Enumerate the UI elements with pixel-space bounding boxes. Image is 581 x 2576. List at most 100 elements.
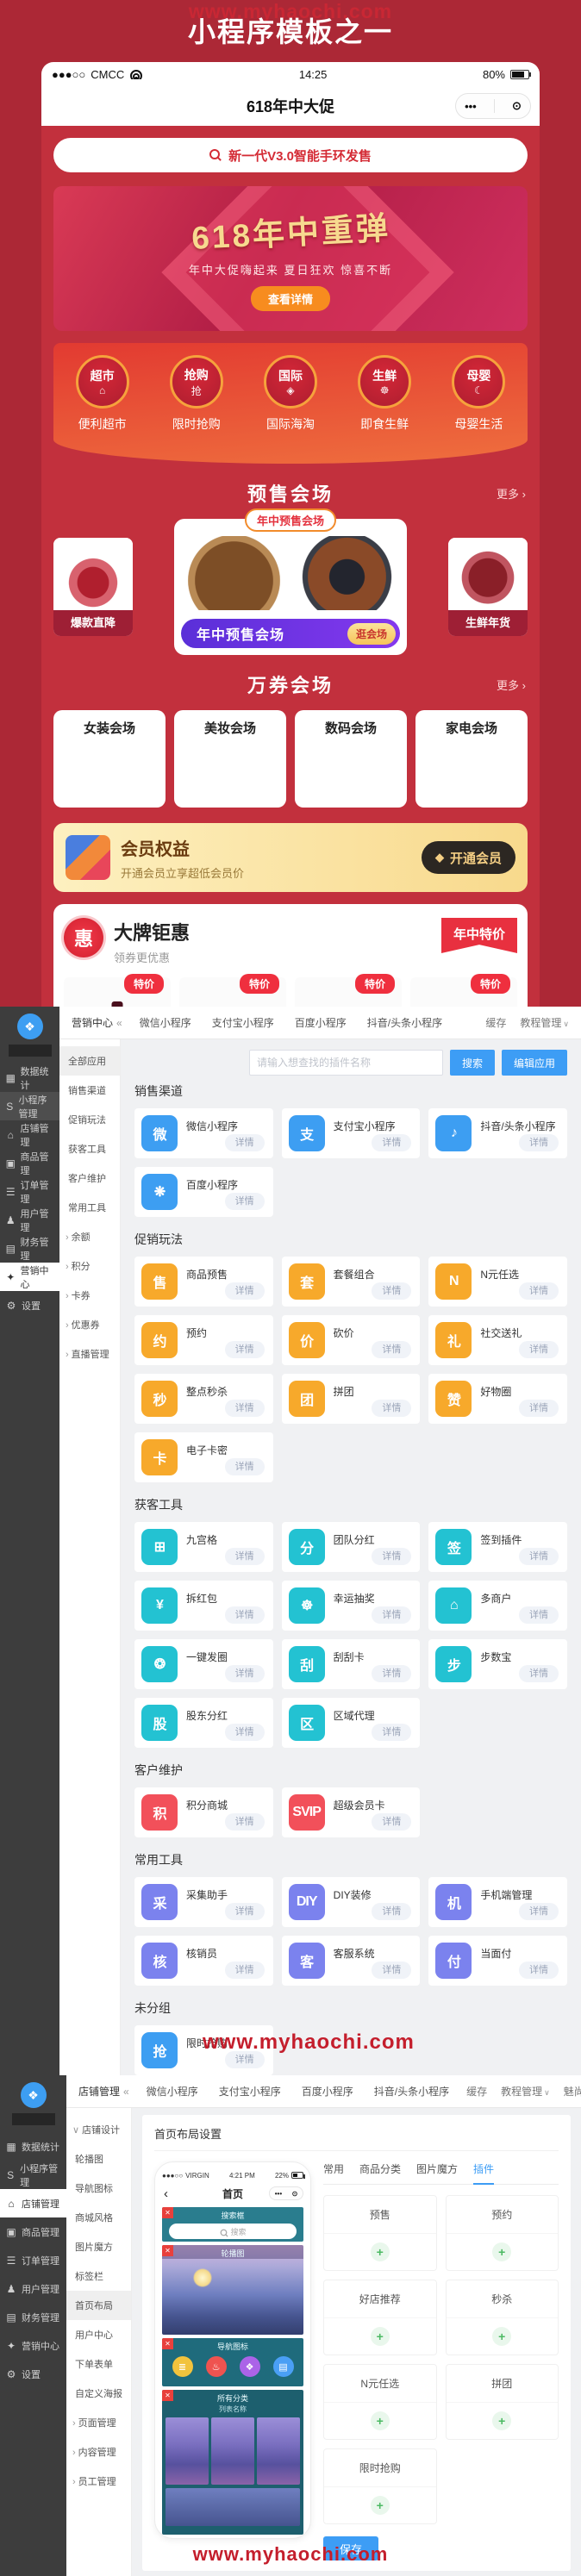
delete-block-icon[interactable]: ✕ bbox=[162, 2245, 173, 2256]
category-item[interactable]: 母婴 ☾ 母婴生活 bbox=[446, 355, 511, 464]
app-card[interactable]: 支 支付宝小程序 详情 bbox=[282, 1108, 421, 1158]
detail-button[interactable]: 详情 bbox=[225, 1606, 265, 1624]
platform-tab[interactable]: 百度小程序 bbox=[295, 1015, 347, 1030]
coupon-hall-card[interactable]: 美妆会场 bbox=[174, 710, 286, 808]
platform-tab[interactable]: 抖音/头条小程序 bbox=[374, 2084, 449, 2099]
plugin-search-input[interactable] bbox=[249, 1050, 443, 1076]
app-card[interactable]: 步 步数宝 详情 bbox=[428, 1639, 567, 1689]
sidebar-item[interactable]: ⚙ 设置 bbox=[0, 1291, 59, 1319]
coupon-hall-card[interactable]: 家电会场 bbox=[415, 710, 528, 808]
detail-button[interactable]: 详情 bbox=[225, 1193, 265, 1210]
detail-button[interactable]: 详情 bbox=[372, 1282, 411, 1300]
platform-tab[interactable]: 支付宝小程序 bbox=[219, 2084, 281, 2099]
app-card[interactable]: 礼 社交送礼 详情 bbox=[428, 1315, 567, 1365]
app-card[interactable]: ☸ 幸运抽奖 详情 bbox=[282, 1581, 421, 1631]
sidebar-item[interactable]: ▣ 商品管理 bbox=[0, 1149, 59, 1177]
add-plugin-button[interactable]: + bbox=[492, 2411, 511, 2430]
app-card[interactable]: 团 拼团 详情 bbox=[282, 1374, 421, 1424]
app-card[interactable]: 分 团队分红 详情 bbox=[282, 1522, 421, 1572]
add-plugin-button[interactable]: + bbox=[371, 2327, 390, 2346]
subsidebar-item[interactable]: ∨店铺设计 bbox=[66, 2115, 131, 2144]
sidebar-item[interactable]: ▤ 财务管理 bbox=[0, 1234, 59, 1263]
tutorial-dropdown[interactable]: 教程管理∨ bbox=[501, 2084, 550, 2099]
detail-button[interactable]: 详情 bbox=[519, 1134, 559, 1151]
subsidebar-item[interactable]: 下单表单 bbox=[66, 2349, 131, 2379]
app-card[interactable]: 赞 好物圈 详情 bbox=[428, 1374, 567, 1424]
app-card[interactable]: 积 积分商城 详情 bbox=[134, 1787, 273, 1837]
coupons-more-link[interactable]: 更多 › bbox=[497, 677, 526, 693]
subsidebar-item[interactable]: 用户中心 bbox=[66, 2320, 131, 2349]
app-card[interactable]: 签 签到插件 详情 bbox=[428, 1522, 567, 1572]
sidebar-item[interactable]: ▤ 财务管理 bbox=[0, 2303, 66, 2331]
picker-tab[interactable]: 常用 bbox=[323, 2161, 344, 2176]
platform-tab[interactable]: 抖音/头条小程序 bbox=[367, 1015, 442, 1030]
presale-more-link[interactable]: 更多 › bbox=[497, 485, 526, 502]
app-card[interactable]: 卡 电子卡密 详情 bbox=[134, 1432, 273, 1482]
coupon-hall-card[interactable]: 数码会场 bbox=[295, 710, 407, 808]
promo-banner[interactable]: 618年中重弹 年中大促嗨起来 夏日狂欢 惊喜不断 查看详情 bbox=[53, 186, 528, 331]
block-nav-icons[interactable]: ✕ 导航图标 ≣♨❖▤ bbox=[162, 2338, 303, 2386]
collapse-icon[interactable]: « bbox=[123, 2086, 129, 2098]
detail-button[interactable]: 详情 bbox=[225, 1962, 265, 1979]
detail-button[interactable]: 详情 bbox=[372, 1606, 411, 1624]
close-circle-icon[interactable]: ⊙ bbox=[292, 2190, 298, 2198]
platform-tab[interactable]: 微信小程序 bbox=[140, 1015, 191, 1030]
platform-tab[interactable]: 支付宝小程序 bbox=[212, 1015, 274, 1030]
delete-block-icon[interactable]: ✕ bbox=[162, 2390, 173, 2401]
picker-tab[interactable]: 图片魔方 bbox=[416, 2161, 458, 2176]
sidebar-item[interactable]: ⚙ 设置 bbox=[0, 2360, 66, 2388]
app-card[interactable]: 约 预约 详情 bbox=[134, 1315, 273, 1365]
picker-tab[interactable]: 插件 bbox=[473, 2161, 494, 2176]
subsidebar-item[interactable]: 标签栏 bbox=[66, 2261, 131, 2291]
add-plugin-button[interactable]: + bbox=[371, 2242, 390, 2261]
deal-product-suitcase[interactable]: 特价 bbox=[295, 977, 402, 1007]
sidebar-item[interactable]: ⌂ 店铺管理 bbox=[0, 2189, 66, 2217]
detail-button[interactable]: 详情 bbox=[519, 1548, 559, 1565]
sidebar-item[interactable]: ✦ 营销中心 bbox=[0, 2331, 66, 2360]
detail-button[interactable]: 详情 bbox=[519, 1282, 559, 1300]
preview-search-input[interactable]: 搜索 bbox=[169, 2224, 297, 2239]
app-card[interactable]: 套 套餐组合 详情 bbox=[282, 1257, 421, 1307]
subsidebar-item[interactable]: 自定义海报 bbox=[66, 2379, 131, 2408]
app-card[interactable]: 客 客服系统 详情 bbox=[282, 1936, 421, 1986]
sidebar-item[interactable]: ♟ 用户管理 bbox=[0, 1206, 59, 1234]
nav-circle-icon[interactable]: ❖ bbox=[240, 2356, 260, 2377]
app-card[interactable]: SVIP 超级会员卡 详情 bbox=[282, 1787, 421, 1837]
app-card[interactable]: 价 砍价 详情 bbox=[282, 1315, 421, 1365]
app-card[interactable]: ⌂ 多商户 详情 bbox=[428, 1581, 567, 1631]
platform-tab[interactable]: 百度小程序 bbox=[302, 2084, 353, 2099]
search-button[interactable]: 搜索 bbox=[450, 1050, 495, 1076]
visit-hall-button[interactable]: 逛会场 bbox=[347, 623, 396, 645]
category-item[interactable]: 生鲜 ☸ 即食生鲜 bbox=[352, 355, 417, 464]
delete-block-icon[interactable]: ✕ bbox=[162, 2207, 173, 2218]
app-card[interactable]: 付 当面付 详情 bbox=[428, 1936, 567, 1986]
wechat-capsule[interactable]: ••• ⊙ bbox=[269, 2186, 303, 2200]
delete-block-icon[interactable]: ✕ bbox=[162, 2338, 173, 2349]
nav-circle-icon[interactable]: ▤ bbox=[273, 2356, 294, 2377]
add-plugin-button[interactable]: + bbox=[492, 2327, 511, 2346]
app-card[interactable]: 售 商品预售 详情 bbox=[134, 1257, 273, 1307]
detail-button[interactable]: 详情 bbox=[519, 1665, 559, 1682]
detail-button[interactable]: 详情 bbox=[372, 1813, 411, 1831]
detail-button[interactable]: 详情 bbox=[225, 1134, 265, 1151]
presale-left-card[interactable]: 爆款直降 bbox=[53, 538, 133, 636]
app-card[interactable]: 机 手机端管理 详情 bbox=[428, 1877, 567, 1927]
subsidebar-item[interactable]: ›卡券 bbox=[59, 1281, 120, 1310]
app-card[interactable]: ♪ 抖音/头条小程序 详情 bbox=[428, 1108, 567, 1158]
app-card[interactable]: 刮 刮刮卡 详情 bbox=[282, 1639, 421, 1689]
sidebar-item[interactable]: S 小程序管理 bbox=[0, 1092, 59, 1120]
sidebar-item[interactable]: ☰ 订单管理 bbox=[0, 2246, 66, 2274]
app-card[interactable]: ❋ 百度小程序 详情 bbox=[134, 1167, 273, 1217]
merchant-dropdown[interactable]: 魅尚中国∨ bbox=[564, 2084, 581, 2099]
wechat-capsule[interactable]: ••• ⊙ bbox=[455, 93, 531, 119]
detail-button[interactable]: 详情 bbox=[372, 1400, 411, 1417]
detail-button[interactable]: 详情 bbox=[225, 1282, 265, 1300]
collapse-icon[interactable]: « bbox=[116, 1017, 122, 1029]
app-card[interactable]: 秒 整点秒杀 详情 bbox=[134, 1374, 273, 1424]
category-item[interactable]: 国际 ◈ 国际海淘 bbox=[258, 355, 323, 464]
sidebar-item[interactable]: ▣ 商品管理 bbox=[0, 2217, 66, 2246]
detail-button[interactable]: 详情 bbox=[372, 1134, 411, 1151]
add-plugin-button[interactable]: + bbox=[371, 2411, 390, 2430]
sidebar-item[interactable]: ▦ 数据统计 bbox=[0, 2132, 66, 2161]
subsidebar-item[interactable]: 促销玩法 bbox=[59, 1105, 120, 1134]
